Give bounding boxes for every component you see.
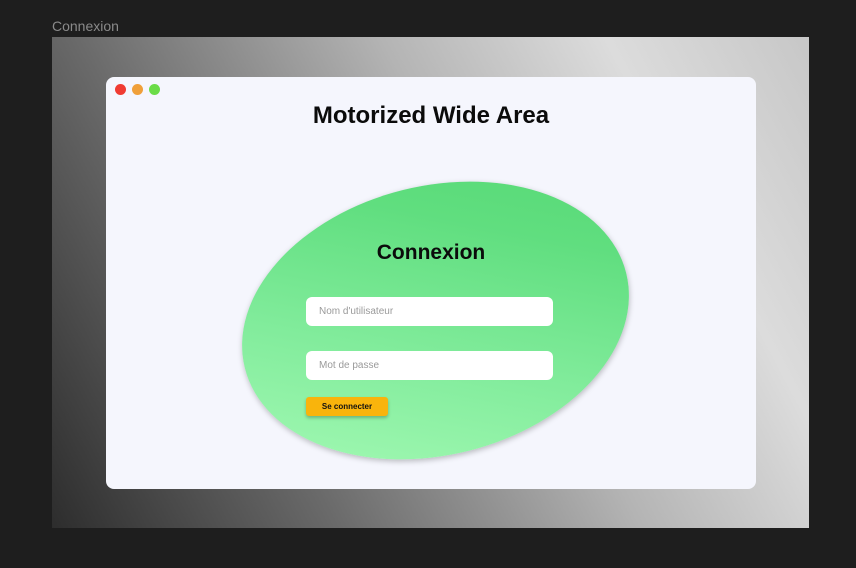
frame-label: Connexion bbox=[52, 18, 119, 34]
app-title: Motorized Wide Area bbox=[312, 102, 550, 129]
close-window-button[interactable] bbox=[115, 84, 126, 95]
username-input[interactable] bbox=[306, 297, 553, 326]
window-controls bbox=[115, 84, 160, 95]
password-input[interactable] bbox=[306, 351, 553, 380]
login-button[interactable]: Se connecter bbox=[306, 397, 388, 416]
maximize-window-button[interactable] bbox=[149, 84, 160, 95]
app-window: Motorized Wide Area Connexion Se connect… bbox=[106, 77, 756, 489]
canvas-background: Motorized Wide Area Connexion Se connect… bbox=[52, 37, 809, 528]
minimize-window-button[interactable] bbox=[132, 84, 143, 95]
login-title: Connexion bbox=[376, 241, 486, 264]
